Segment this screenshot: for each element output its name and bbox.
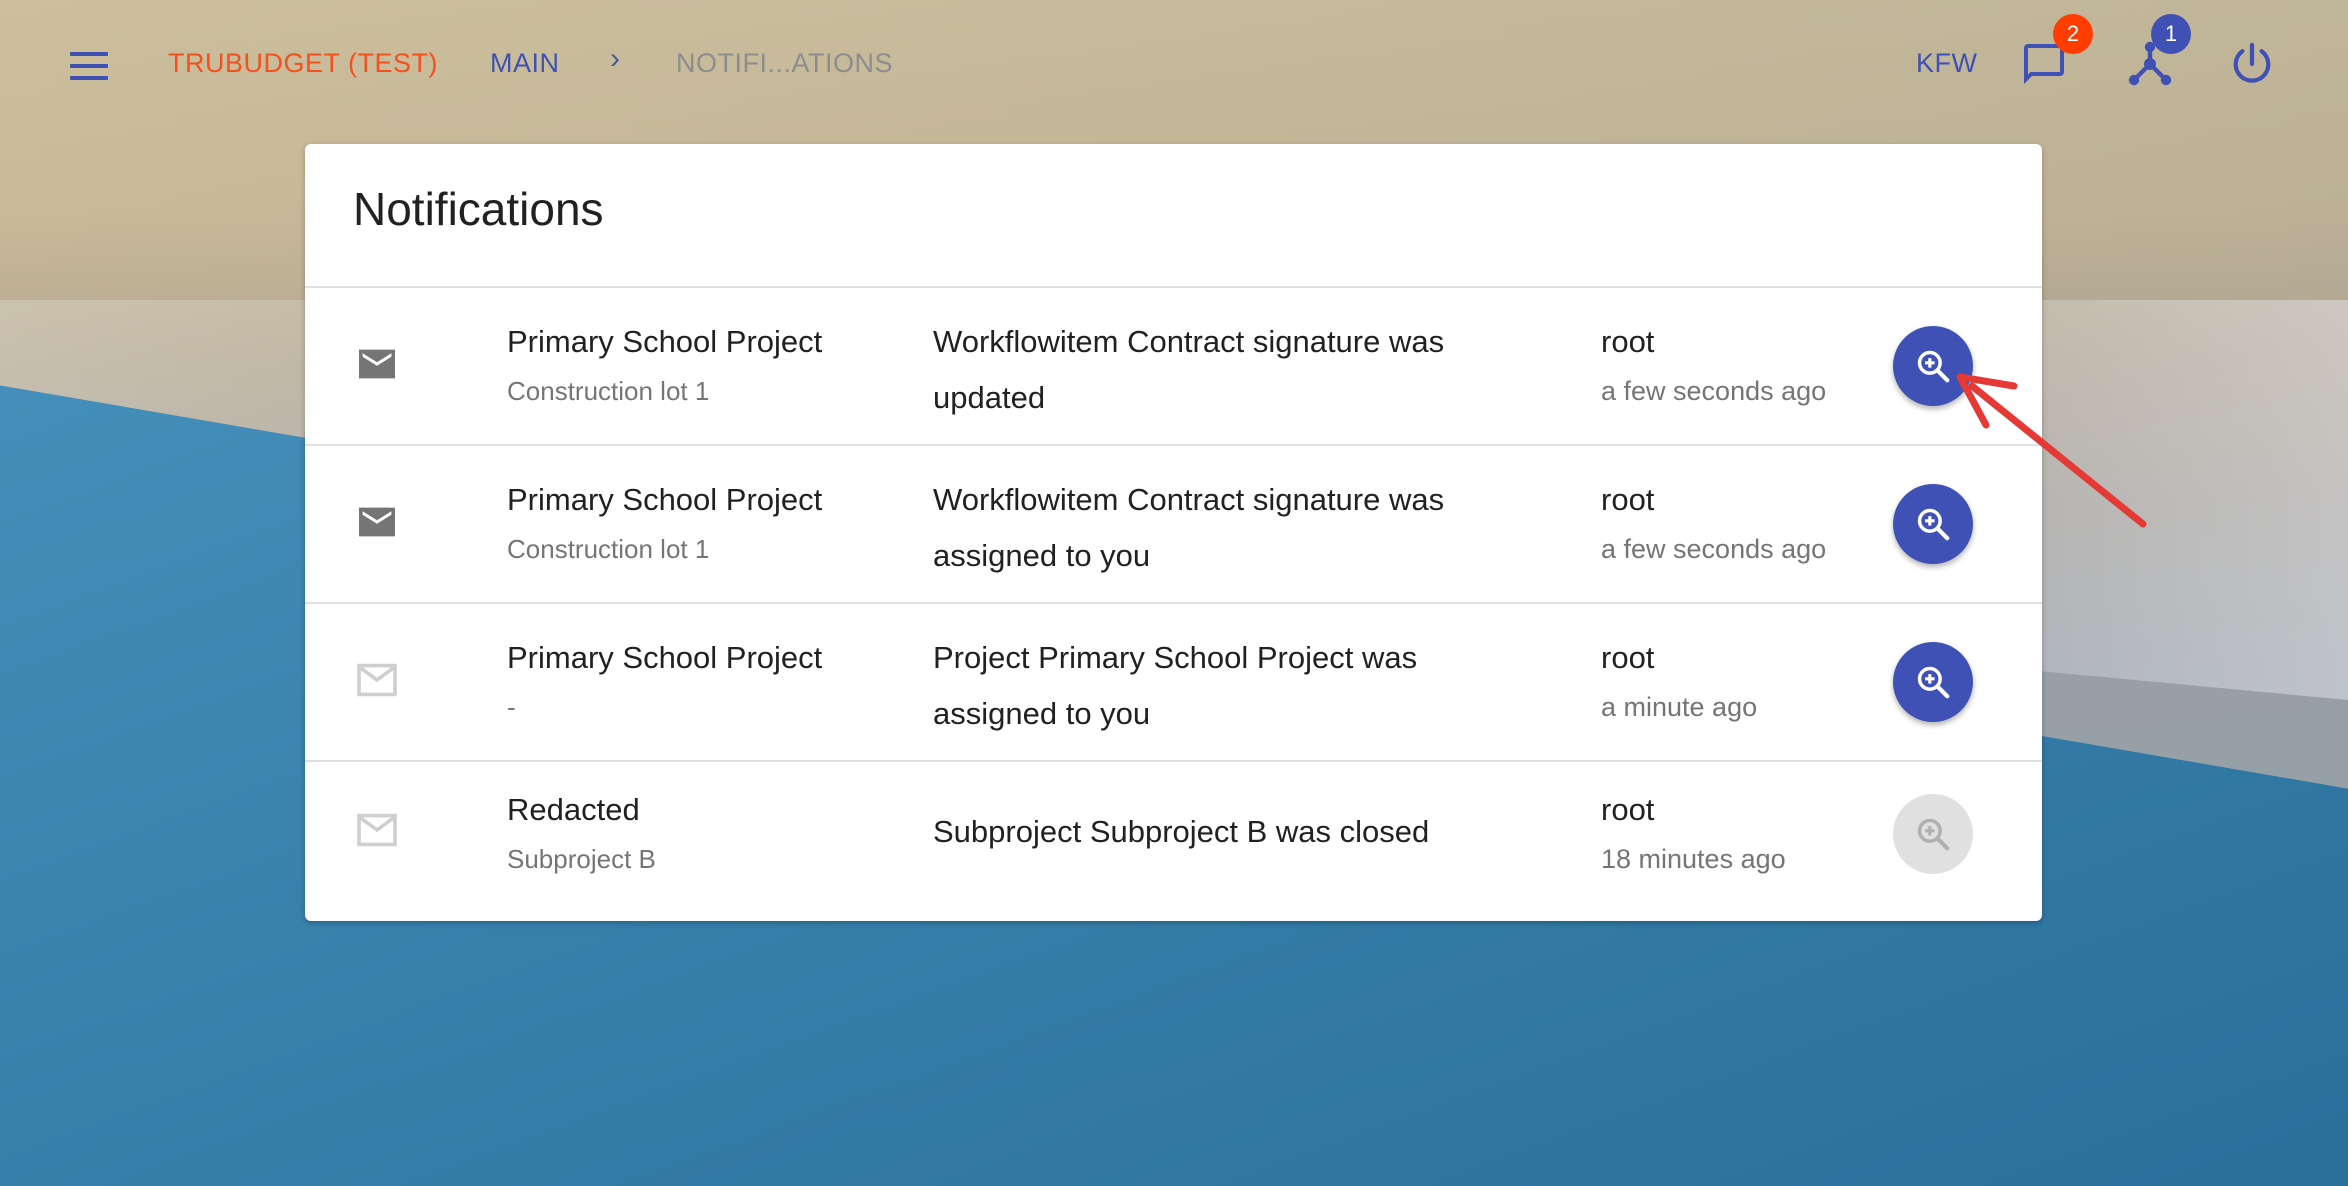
notification-time: a few seconds ago <box>1601 376 1827 406</box>
mail-outline-icon <box>357 663 397 697</box>
peers-count-badge: 1 <box>2151 14 2191 54</box>
notification-row[interactable]: Primary School Project Construction lot … <box>305 444 2042 604</box>
notification-count-badge: 2 <box>2053 14 2093 54</box>
view-notification-button[interactable] <box>1893 326 1973 406</box>
subproject-name: Construction lot 1 <box>507 376 710 406</box>
notification-time: a few seconds ago <box>1601 534 1827 564</box>
notification-message: Workflowitem Contract signature was upda… <box>933 324 1445 415</box>
mail-icon <box>359 349 395 379</box>
project-name: Primary School Project <box>507 482 823 517</box>
organization-label: KFW <box>1916 48 1978 78</box>
notification-message: Project Primary School Project was assig… <box>933 640 1418 731</box>
project-name: Redacted <box>507 792 640 827</box>
notification-message: Workflowitem Contract signature was assi… <box>933 482 1445 573</box>
breadcrumb-main[interactable]: MAIN <box>490 48 560 79</box>
zoom-in-icon <box>1917 508 1950 541</box>
zoom-in-icon <box>1917 818 1950 851</box>
notification-row[interactable]: Primary School Project Construction lot … <box>305 286 2042 446</box>
project-name: Primary School Project <box>507 324 823 359</box>
logout-button[interactable] <box>2222 34 2282 94</box>
notification-user: root <box>1601 482 1655 517</box>
power-icon <box>2233 42 2271 83</box>
breadcrumb-separator: › <box>610 42 621 75</box>
notification-message: Subproject Subproject B was closed <box>933 814 1430 849</box>
notification-row[interactable]: Redacted Subproject B Subproject Subproj… <box>305 760 2042 922</box>
menu-icon[interactable] <box>70 40 122 92</box>
subproject-name: Construction lot 1 <box>507 534 710 564</box>
top-navigation-bar: TRUBUDGET (TEST) MAIN › NOTIFI...ATIONS … <box>0 0 2348 128</box>
zoom-in-icon <box>1917 666 1950 699</box>
notifications-card: Notifications Primary School Project Con… <box>305 144 2042 921</box>
notification-row[interactable]: Primary School Project - Project Primary… <box>305 602 2042 762</box>
subproject-name: Subproject B <box>507 844 656 874</box>
zoom-in-icon <box>1917 350 1950 383</box>
mail-outline-icon <box>357 813 397 847</box>
breadcrumb-current: NOTIFI...ATIONS <box>676 48 894 78</box>
page-title: Notifications <box>353 183 604 235</box>
notification-user: root <box>1601 640 1655 675</box>
subproject-name: - <box>507 692 516 722</box>
view-notification-button[interactable] <box>1893 484 1973 564</box>
mail-icon <box>359 507 395 537</box>
notification-time: a minute ago <box>1601 692 1758 722</box>
project-name: Primary School Project <box>507 640 823 675</box>
notification-time: 18 minutes ago <box>1601 844 1786 874</box>
app-title[interactable]: TRUBUDGET (TEST) <box>168 48 438 79</box>
view-notification-button[interactable] <box>1893 642 1973 722</box>
notification-user: root <box>1601 792 1655 827</box>
notification-user: root <box>1601 324 1655 359</box>
view-notification-button-disabled <box>1893 794 1973 874</box>
